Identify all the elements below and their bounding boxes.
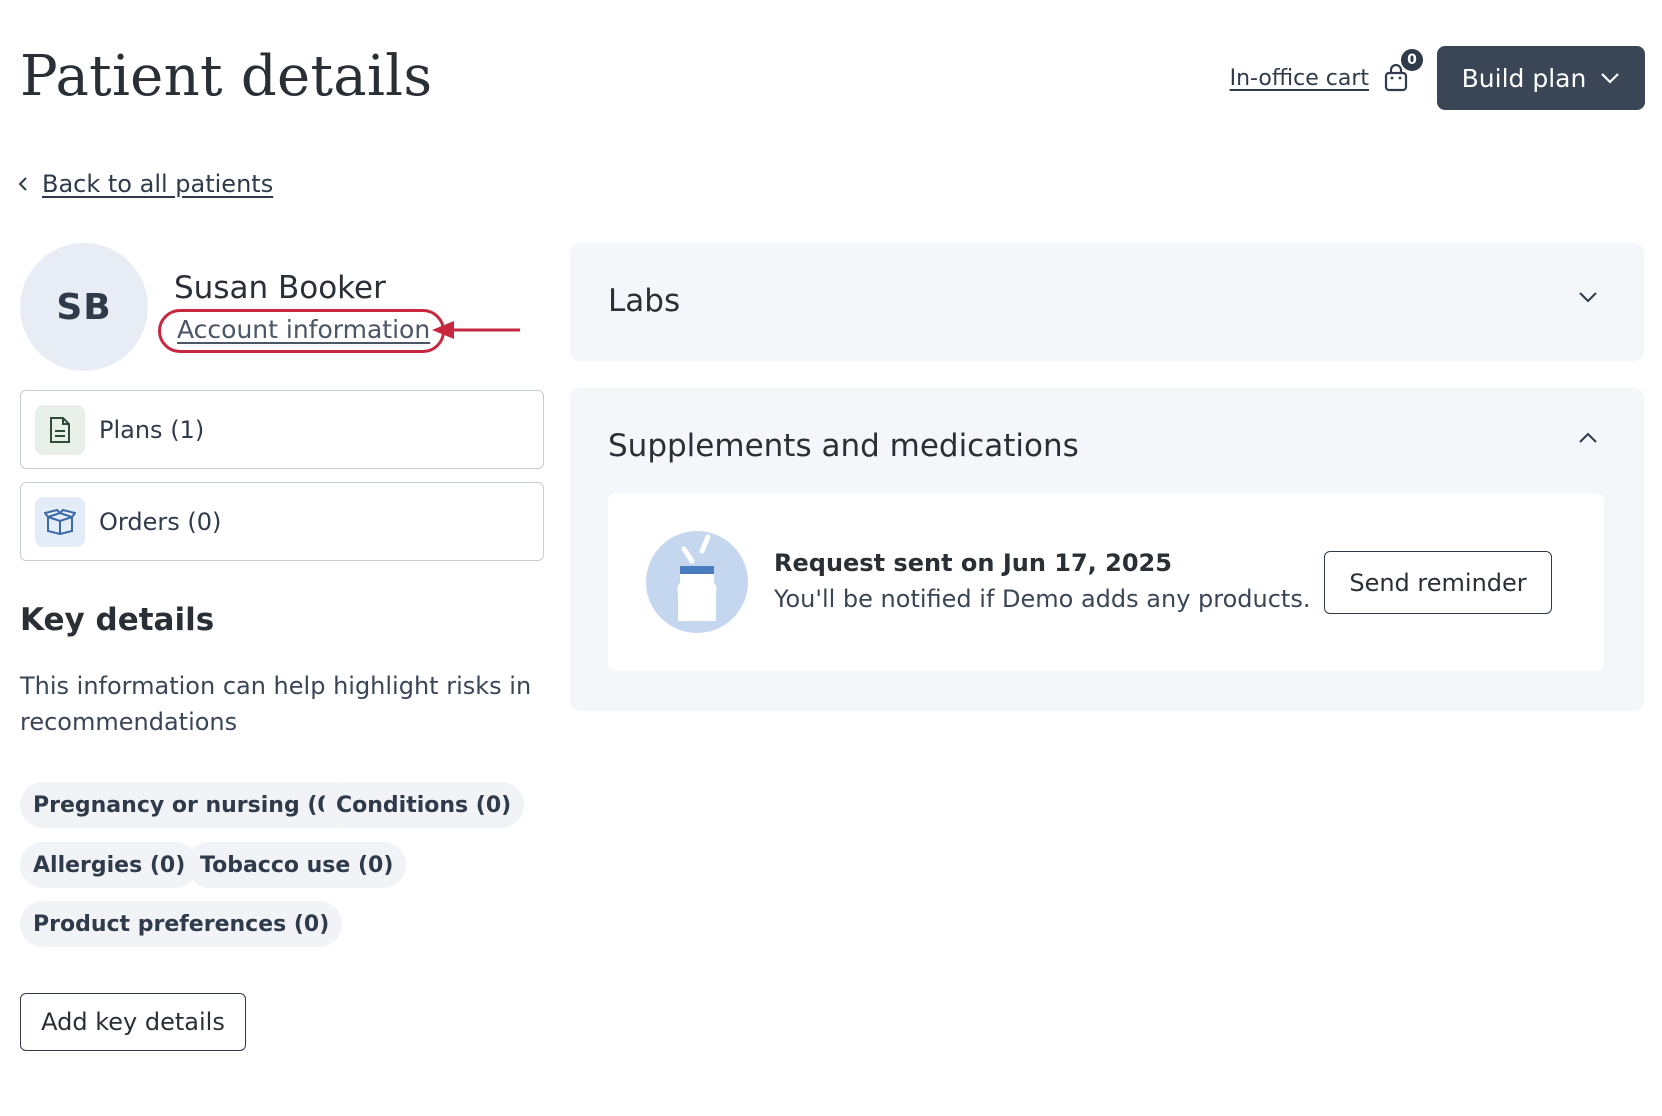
labs-panel[interactable]: Labs	[570, 243, 1644, 361]
cart-label: In-office cart	[1229, 65, 1369, 91]
request-title: Request sent on Jun 17, 2025	[774, 549, 1172, 577]
plans-label: Plans (1)	[99, 415, 205, 444]
orders-label: Orders (0)	[99, 507, 222, 536]
chevron-down-icon	[1601, 73, 1620, 84]
box-icon	[35, 496, 85, 547]
page-title: Patient details	[20, 44, 433, 109]
patient-name: Susan Booker	[174, 270, 386, 306]
labs-title: Labs	[608, 283, 681, 319]
add-key-details-button[interactable]: Add key details	[20, 993, 246, 1051]
supplements-header[interactable]: Supplements and medications	[570, 388, 1644, 492]
chevron-left-icon	[18, 177, 27, 191]
build-plan-button[interactable]: Build plan	[1437, 46, 1645, 110]
avatar: SB	[20, 243, 148, 371]
back-to-all-patients-link[interactable]: Back to all patients	[18, 170, 273, 198]
key-details-heading: Key details	[20, 602, 215, 638]
chevron-up-icon	[1579, 432, 1597, 443]
build-plan-label: Build plan	[1461, 63, 1587, 93]
chevron-down-icon	[1579, 292, 1597, 303]
account-information-label: Account information	[177, 315, 431, 344]
orders-card[interactable]: Orders (0)	[20, 482, 544, 561]
supplements-title: Supplements and medications	[608, 428, 1079, 464]
supplements-panel: Supplements and medications Request sent…	[570, 388, 1644, 711]
chip-product-preferences[interactable]: Product preferences (0)	[20, 901, 343, 947]
send-reminder-button[interactable]: Send reminder	[1324, 551, 1552, 614]
chip-tobacco-use[interactable]: Tobacco use (0)	[187, 842, 407, 888]
cart-count-badge: 0	[1399, 47, 1425, 73]
annotation-arrow-icon	[432, 321, 520, 339]
key-details-description: This information can help highlight risk…	[20, 672, 532, 736]
supplements-request-card: Request sent on Jun 17, 2025 You'll be n…	[608, 493, 1604, 671]
shopping-bag-icon: 0	[1383, 47, 1425, 93]
account-information-link[interactable]: Account information	[158, 309, 446, 353]
request-subtitle: You'll be notified if Demo adds any prod…	[774, 585, 1311, 613]
chip-pregnancy-or-nursing[interactable]: Pregnancy or nursing (0)	[20, 782, 356, 828]
back-label: Back to all patients	[42, 170, 274, 198]
chip-allergies[interactable]: Allergies (0)	[20, 842, 199, 888]
document-icon	[35, 404, 85, 455]
chip-conditions[interactable]: Conditions (0)	[323, 782, 525, 828]
in-office-cart-link[interactable]: In-office cart 0	[1229, 47, 1425, 93]
supplement-bottle-icon	[646, 531, 748, 633]
header-actions: In-office cart 0 Build plan	[1230, 46, 1645, 110]
plans-card[interactable]: Plans (1)	[20, 390, 544, 469]
